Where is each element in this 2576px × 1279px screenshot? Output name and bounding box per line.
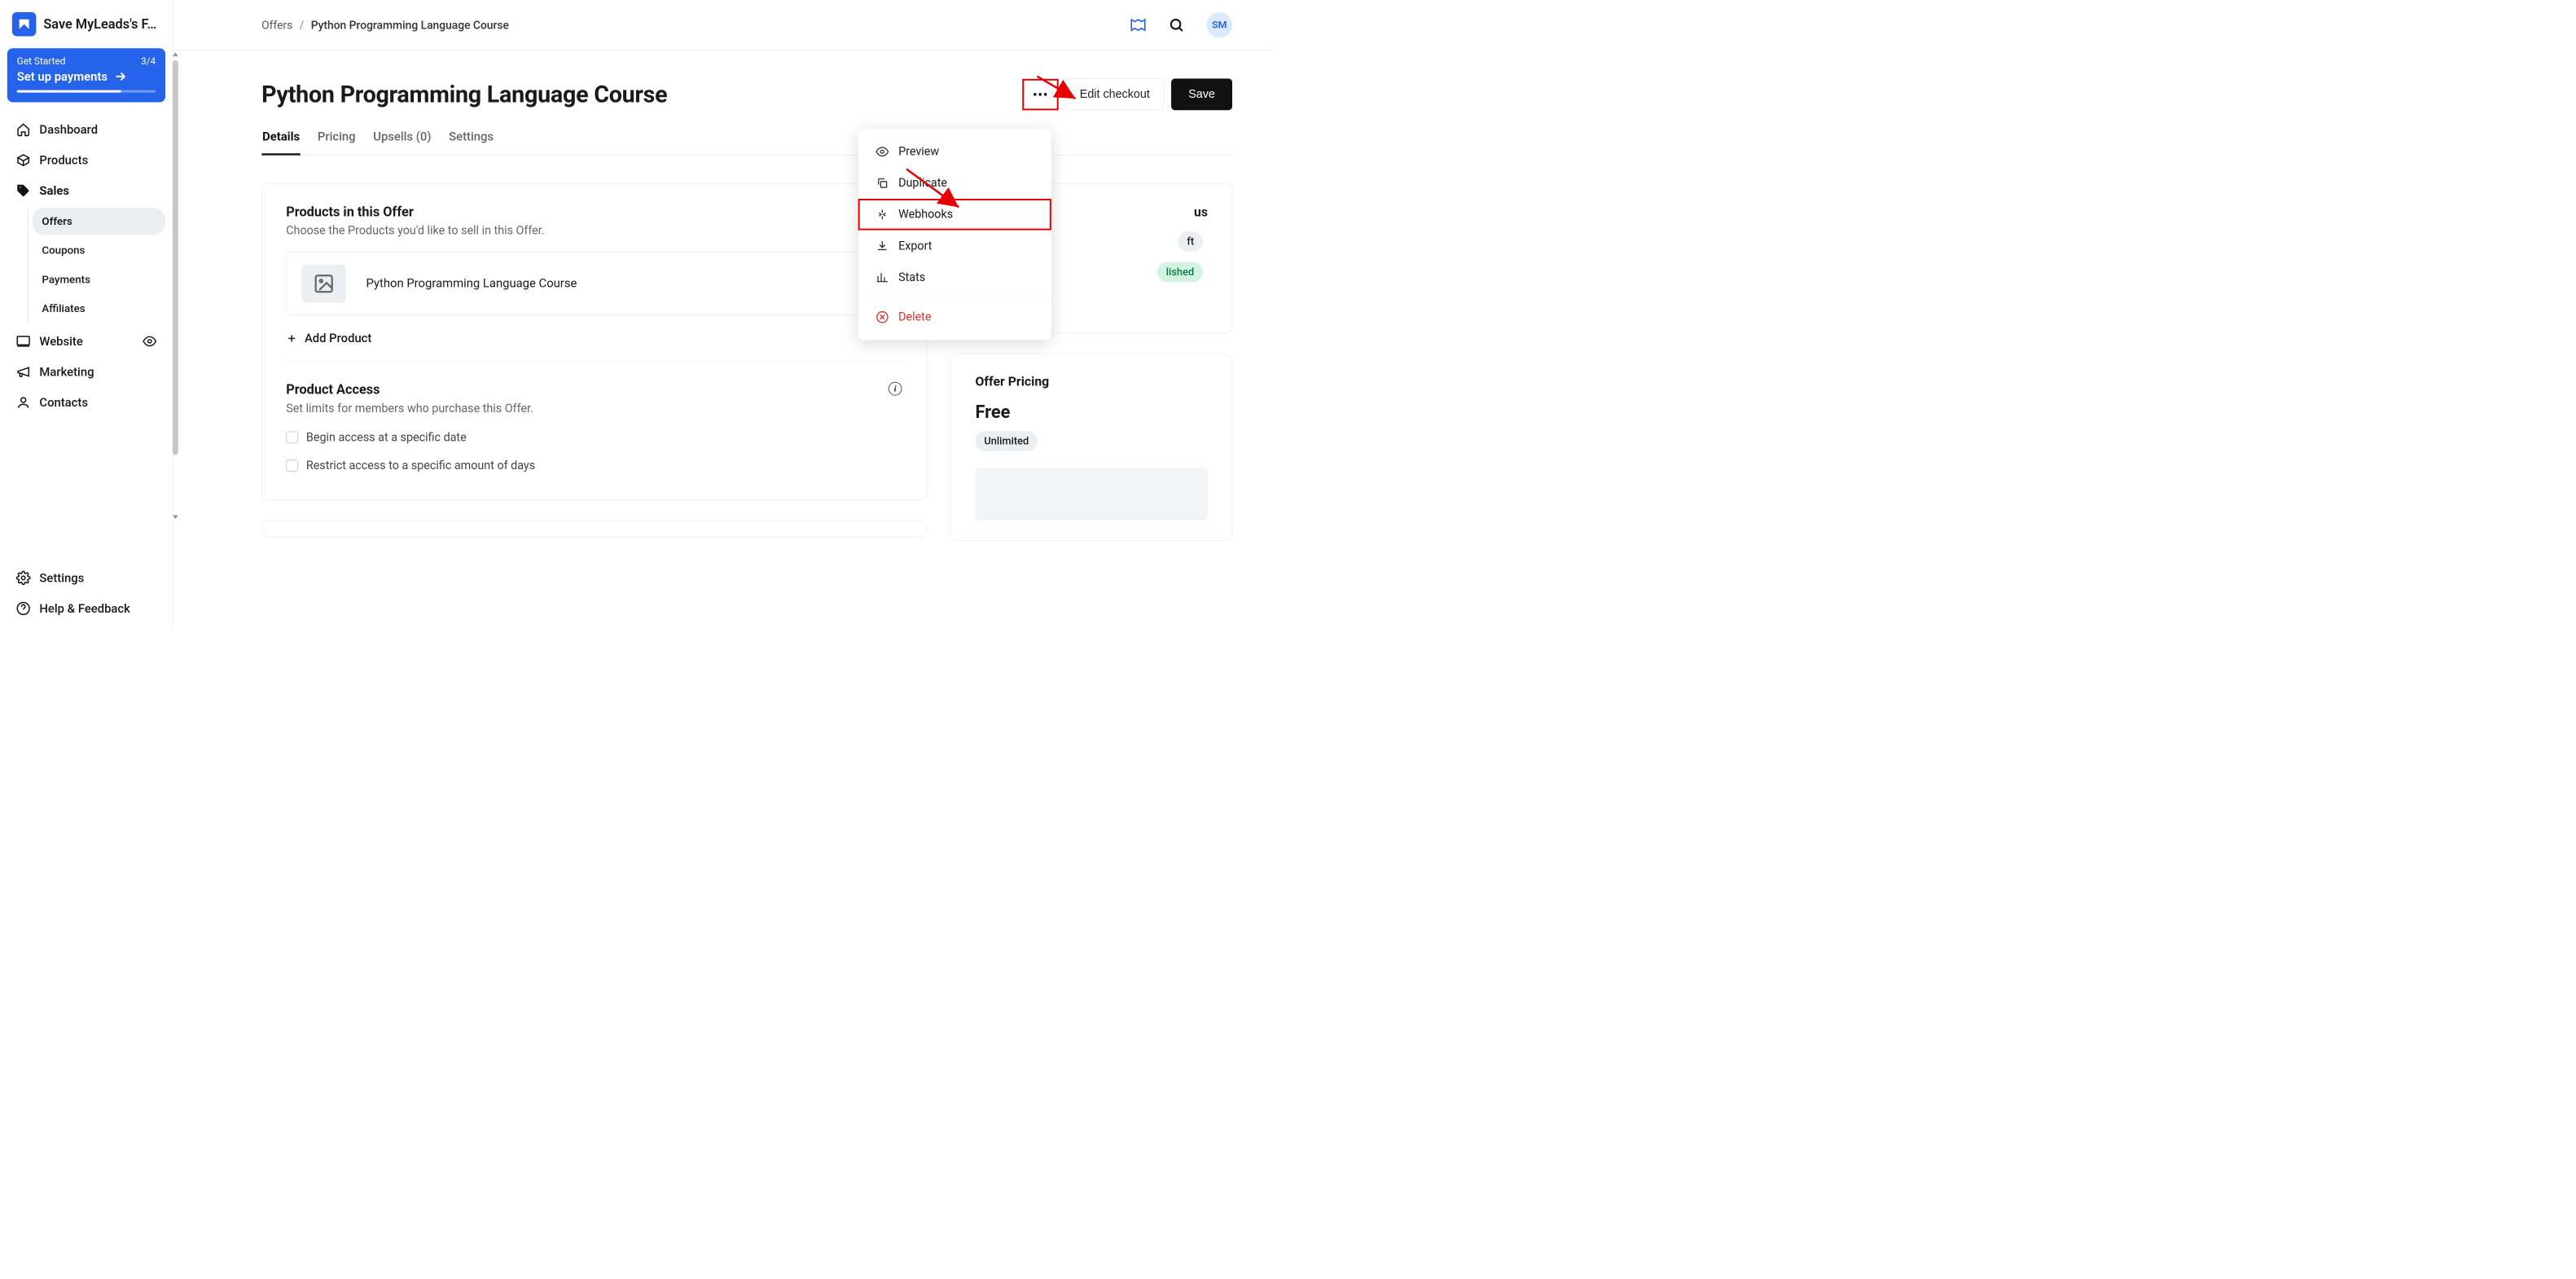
subnav-coupons[interactable]: Coupons [33,236,166,264]
breadcrumb: Offers / Python Programming Language Cou… [261,18,509,31]
access-option-begin-date[interactable]: Begin access at a specific date [286,424,902,452]
eye-icon[interactable] [143,335,156,349]
more-actions-menu: Preview Duplicate Webhooks Export Stats [858,129,1051,340]
pricing-card: Offer Pricing Free Unlimited [950,354,1232,541]
subnav-payments[interactable]: Payments [33,266,166,293]
tag-icon [16,183,31,198]
plus-icon [286,332,297,344]
nav-website[interactable]: Website [7,326,165,357]
progress-bar [17,90,156,93]
dots-icon [1033,93,1047,95]
nav-dashboard[interactable]: Dashboard [7,114,165,145]
nav-help[interactable]: Help & Feedback [7,593,165,624]
access-option-restrict-days[interactable]: Restrict access to a specific amount of … [286,451,902,480]
menu-export[interactable]: Export [858,231,1051,262]
box-icon [16,153,31,168]
avatar[interactable]: SM [1207,12,1233,38]
save-button[interactable]: Save [1171,78,1232,110]
main-nav: Dashboard Products Sales Offers Coupons … [0,114,173,562]
pricing-placeholder [975,468,1208,521]
product-row[interactable]: Python Programming Language Course [286,252,902,315]
pricing-card-title: Offer Pricing [975,374,1208,389]
nav-sales[interactable]: Sales [7,175,165,206]
tab-pricing[interactable]: Pricing [317,122,357,155]
sales-subnav: Offers Coupons Payments Affiliates [28,208,165,322]
home-icon [16,122,31,137]
stats-icon [875,270,889,283]
get-started-label: Get Started [17,55,66,67]
webhooks-icon [875,208,889,221]
tab-settings[interactable]: Settings [448,122,494,155]
checkbox[interactable] [286,459,298,472]
subnav-offers[interactable]: Offers [33,208,166,235]
nav-products[interactable]: Products [7,145,165,176]
product-thumbnail [302,265,346,303]
eye-icon [875,145,889,158]
pricing-pill-unlimited: Unlimited [975,431,1038,451]
menu-webhooks[interactable]: Webhooks [858,199,1051,231]
tab-upsells[interactable]: Upsells (0) [372,122,432,155]
status-pill-draft: ft [1178,231,1204,252]
book-icon[interactable] [1130,17,1147,33]
gear-icon [16,570,31,585]
user-icon [16,395,31,410]
get-started-progress: 3/4 [141,55,156,67]
sidebar-bottom: Settings Help & Feedback [0,563,173,624]
copy-icon [875,177,889,190]
menu-delete[interactable]: Delete [858,301,1051,333]
menu-stats[interactable]: Stats [858,262,1051,293]
more-actions-button[interactable] [1022,79,1058,111]
page-title: Python Programming Language Course [261,81,667,108]
delete-icon [875,310,889,323]
products-card-subtitle: Choose the Products you'd like to sell i… [286,224,902,238]
workspace-switcher[interactable]: Save MyLeads's F… [0,8,173,48]
subnav-affiliates[interactable]: Affiliates [33,295,166,323]
app-logo [12,12,37,37]
info-icon[interactable]: i [889,382,902,396]
menu-duplicate[interactable]: Duplicate [858,168,1051,200]
nav-contacts[interactable]: Contacts [7,387,165,418]
breadcrumb-parent[interactable]: Offers [261,18,292,31]
workspace-name: Save MyLeads's F… [43,16,156,32]
monitor-icon [16,334,31,349]
nav-marketing[interactable]: Marketing [7,357,165,388]
tab-details[interactable]: Details [261,122,301,155]
menu-preview[interactable]: Preview [858,136,1051,168]
arrow-right-icon [113,69,128,84]
breadcrumb-separator: / [300,18,305,31]
search-icon[interactable] [1169,17,1185,33]
pricing-price: Free [975,402,1208,423]
status-pill-published: lished [1157,262,1203,283]
breadcrumb-current: Python Programming Language Course [311,18,509,31]
download-icon [875,240,889,253]
add-product-button[interactable]: Add Product [286,327,902,362]
topbar: Offers / Python Programming Language Cou… [173,0,1272,51]
image-icon [313,273,335,295]
tabs: Details Pricing Upsells (0) Settings [261,122,1232,156]
next-card-peek [261,521,927,538]
get-started-action: Set up payments [17,69,108,83]
get-started-card[interactable]: Get Started 3/4 Set up payments [7,48,165,102]
help-icon [16,601,31,616]
checkbox[interactable] [286,432,298,444]
access-title: Product Access [286,382,533,398]
main: Offers / Python Programming Language Cou… [173,0,1272,632]
product-name: Python Programming Language Course [366,276,577,290]
nav-settings[interactable]: Settings [7,563,165,594]
edit-checkout-button[interactable]: Edit checkout [1065,78,1164,110]
megaphone-icon [16,365,31,380]
access-subtitle: Set limits for members who purchase this… [286,402,533,415]
sidebar: Save MyLeads's F… Get Started 3/4 Set up… [0,0,173,632]
products-card: Products in this Offer Choose the Produc… [261,183,927,500]
products-card-title: Products in this Offer [286,204,902,219]
